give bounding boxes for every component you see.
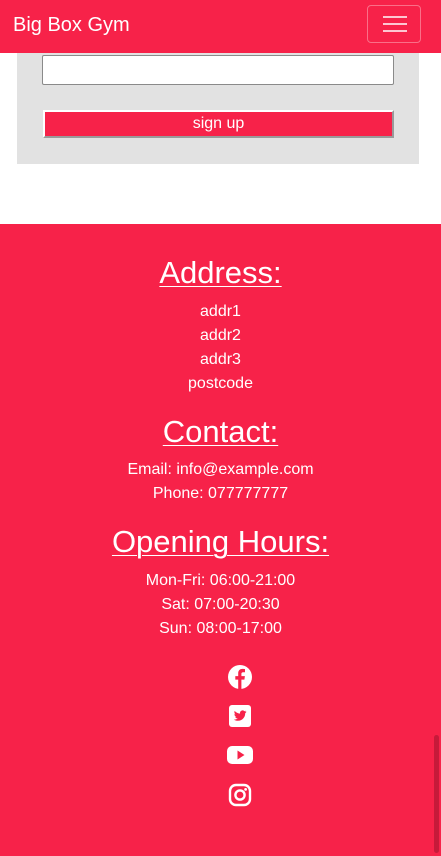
contact-heading: Contact:: [162, 414, 279, 449]
opening-hours-weekdays: Mon-Fri: 06:00-21:00: [145, 572, 296, 589]
facebook-link[interactable]: [226, 663, 254, 691]
youtube-icon: [226, 741, 254, 769]
instagram-link[interactable]: [226, 781, 254, 809]
contact-email: Email: info@example.com: [127, 461, 314, 478]
youtube-link[interactable]: [226, 741, 254, 769]
opening-hours-saturday: Sat: 07:00-20:30: [161, 596, 280, 613]
address-postcode: postcode: [188, 375, 253, 392]
brand-link[interactable]: Big Box Gym: [13, 13, 130, 37]
opening-hours-sunday: Sun: 08:00-17:00: [159, 620, 282, 637]
email-input[interactable]: [42, 55, 394, 85]
address-line-2: addr2: [200, 327, 241, 344]
address-line-3: addr3: [200, 351, 241, 368]
twitter-link[interactable]: [226, 702, 254, 730]
contact-phone: Phone: 077777777: [152, 485, 289, 502]
sign-up-button[interactable]: sign up: [43, 110, 394, 138]
scrollbar-thumb[interactable]: [434, 735, 439, 853]
navbar: Big Box Gym: [0, 0, 441, 53]
instagram-icon: [226, 781, 254, 809]
footer: Address: addr1 addr2 addr3 postcode Cont…: [0, 224, 441, 856]
opening-hours-heading: Opening Hours:: [111, 524, 330, 559]
twitter-icon: [226, 702, 254, 730]
navbar-toggle-button[interactable]: [367, 5, 421, 43]
address-heading: Address:: [159, 255, 282, 290]
address-line-1: addr1: [200, 303, 241, 320]
facebook-icon: [226, 663, 254, 691]
